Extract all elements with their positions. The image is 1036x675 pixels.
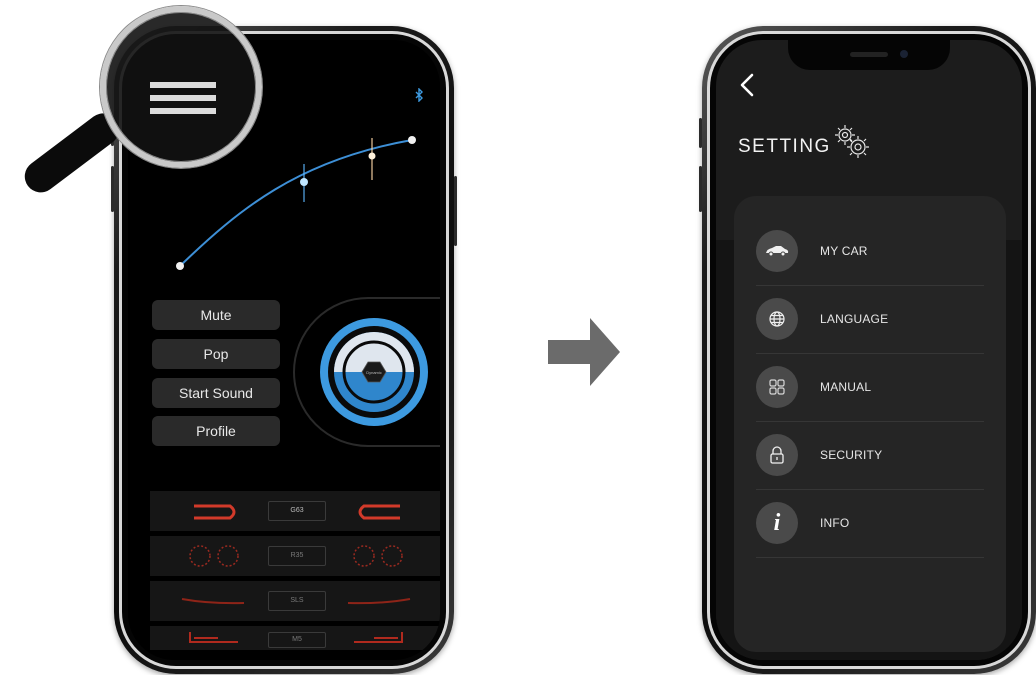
globe-icon (756, 298, 798, 340)
mute-button[interactable]: Mute (152, 300, 280, 330)
magnifier-icon (100, 6, 262, 168)
car-icon (756, 230, 798, 272)
tail-light-icon (189, 545, 239, 567)
menu-label: LANGUAGE (820, 312, 889, 326)
profile-button[interactable]: Profile (152, 416, 280, 446)
tail-light-icon (358, 504, 400, 520)
volume-knob[interactable]: Dynamic (288, 292, 440, 452)
menu-item-my-car[interactable]: MY CAR (756, 218, 984, 286)
tail-light-icon (354, 632, 403, 643)
preset-label: SLS (268, 591, 326, 611)
settings-menu: MY CAR LANGUAGE MANUAL SECURITY i INFO (734, 196, 1006, 652)
tail-light-icon (347, 598, 411, 605)
settings-screen: SETTING MY CAR LANGUAGE MANUAL SECURITY … (716, 40, 1022, 660)
gear-icon (835, 125, 869, 158)
bluetooth-icon (415, 88, 423, 102)
preset-label: G63 (268, 501, 326, 521)
preset-row[interactable]: G63 (150, 491, 440, 531)
tail-light-icon (353, 545, 403, 567)
menu-item-info[interactable]: i INFO (756, 490, 984, 558)
menu-item-security[interactable]: SECURITY (756, 422, 984, 490)
menu-label: MY CAR (820, 244, 868, 258)
tail-light-icon (181, 598, 245, 605)
tail-light-icon (189, 632, 238, 643)
right-phone: SETTING MY CAR LANGUAGE MANUAL SECURITY … (699, 26, 1036, 674)
lock-icon (756, 434, 798, 476)
hamburger-menu-icon[interactable] (150, 78, 216, 118)
menu-item-manual[interactable]: MANUAL (756, 354, 984, 422)
back-button[interactable] (738, 72, 756, 98)
menu-item-language[interactable]: LANGUAGE (756, 286, 984, 354)
tail-light-icon (194, 504, 236, 520)
start-sound-button[interactable]: Start Sound (152, 378, 280, 408)
info-icon: i (756, 502, 798, 544)
menu-label: INFO (820, 516, 850, 530)
preset-label: M5 (268, 632, 326, 648)
preset-label: R35 (268, 546, 326, 566)
grid-icon (756, 366, 798, 408)
menu-label: MANUAL (820, 380, 872, 394)
menu-label: SECURITY (820, 448, 883, 462)
preset-row[interactable]: M5 (150, 626, 440, 650)
preset-row[interactable]: R35 (150, 536, 440, 576)
knob-label: Dynamic (366, 370, 382, 375)
preset-row[interactable]: SLS (150, 581, 440, 621)
page-title: SETTING (738, 136, 831, 157)
arrow-right-icon (548, 318, 620, 386)
pop-button[interactable]: Pop (152, 339, 280, 369)
